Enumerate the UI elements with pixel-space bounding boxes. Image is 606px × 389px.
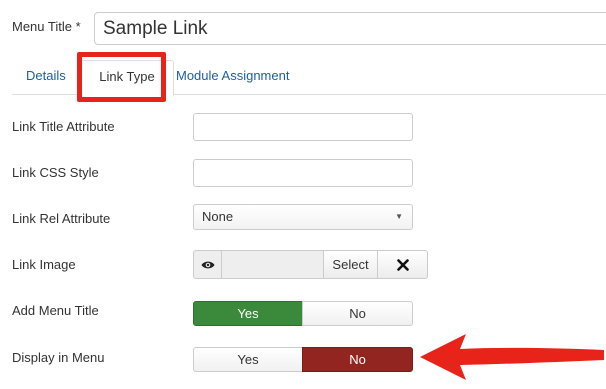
tab-bar: Details Link Type Module Assignment: [12, 60, 606, 96]
caret-down-icon: ▼: [395, 212, 403, 221]
tab-module-assignment[interactable]: Module Assignment: [176, 60, 289, 95]
link-rel-attribute-label: Link Rel Attribute: [12, 211, 111, 226]
display-in-menu-label: Display in Menu: [12, 350, 105, 365]
image-preview-button[interactable]: [193, 250, 222, 279]
add-menu-title-no-button[interactable]: No: [302, 301, 413, 326]
link-image-media-field: Select: [193, 250, 428, 279]
tab-link-type[interactable]: Link Type: [80, 60, 174, 96]
link-css-style-input[interactable]: [193, 159, 413, 187]
menu-title-label: Menu Title *: [12, 19, 81, 34]
image-clear-button[interactable]: [377, 250, 428, 279]
tab-details[interactable]: Details: [26, 60, 66, 95]
add-menu-title-toggle: Yes No: [193, 301, 413, 326]
link-title-attribute-input[interactable]: [193, 113, 413, 141]
display-in-menu-no-button[interactable]: No: [302, 347, 413, 372]
add-menu-title-yes-button[interactable]: Yes: [193, 301, 303, 326]
link-rel-attribute-select[interactable]: None ▼: [193, 204, 413, 230]
display-in-menu-toggle: Yes No: [193, 347, 413, 372]
image-select-button[interactable]: Select: [323, 250, 378, 279]
add-menu-title-label: Add Menu Title: [12, 303, 99, 318]
link-css-style-label: Link CSS Style: [12, 165, 99, 180]
red-arrow-annotation: [420, 334, 604, 380]
menu-title-input[interactable]: [94, 12, 606, 45]
eye-icon: [201, 261, 214, 268]
x-mark-icon: [396, 258, 409, 271]
link-rel-attribute-value: None: [202, 209, 234, 224]
image-path-display: [221, 250, 324, 279]
display-in-menu-yes-button[interactable]: Yes: [193, 347, 303, 372]
link-image-label: Link Image: [12, 257, 76, 272]
link-title-attribute-label: Link Title Attribute: [12, 119, 115, 134]
